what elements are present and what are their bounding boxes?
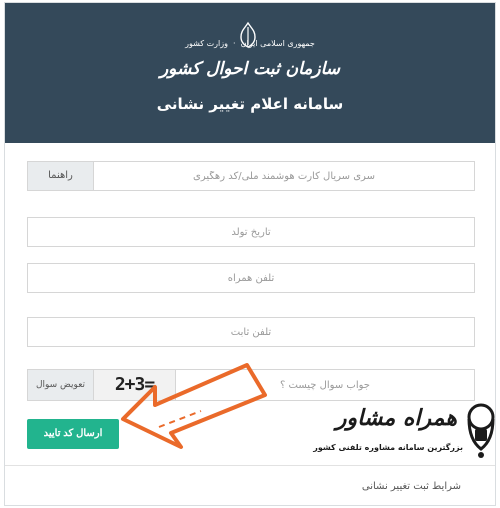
landline-phone-input[interactable] [28, 318, 474, 346]
serial-field-box [94, 162, 474, 190]
watermark-tagline: بزرگترین سامانه مشاوره تلفنی کشور [313, 443, 463, 452]
guide-button[interactable]: راهنما [28, 162, 94, 190]
annotation-arrow-icon [121, 363, 267, 449]
mobile-phone-input[interactable] [28, 264, 474, 292]
organization-logo-text: سازمان ثبت احوال کشور [159, 59, 341, 79]
address-change-conditions-link[interactable]: شرایط ثبت تغییر نشانی [362, 481, 461, 492]
serial-field-group: راهنما [27, 161, 475, 191]
send-verification-code-button[interactable]: ارسال کد تایید [27, 419, 119, 449]
page-title: سامانه اعلام تغییر نشانی [156, 95, 344, 113]
watermark-logo: همراه مشاور بزرگترین سامانه مشاوره تلفنی… [313, 399, 495, 471]
ministry-text: وزارت کشور [185, 39, 228, 48]
header-banner: جمهوری اسلامی ایران · وزارت کشور سازمان … [5, 3, 495, 143]
watermark-name: همراه مشاور [335, 405, 457, 431]
change-question-button[interactable]: تعویض سوال [28, 370, 94, 400]
birth-date-input[interactable] [28, 218, 474, 246]
mobile-field-box [27, 263, 475, 293]
page-frame: جمهوری اسلامی ایران · وزارت کشور سازمان … [4, 2, 496, 506]
emblem-text: جمهوری اسلامی ایران [240, 39, 315, 48]
headset-advisor-icon [467, 403, 495, 458]
emblem-caption: جمهوری اسلامی ایران · وزارت کشور [185, 39, 315, 48]
serial-input[interactable] [94, 162, 474, 190]
birth-date-field-box [27, 217, 475, 247]
landline-field-box [27, 317, 475, 347]
